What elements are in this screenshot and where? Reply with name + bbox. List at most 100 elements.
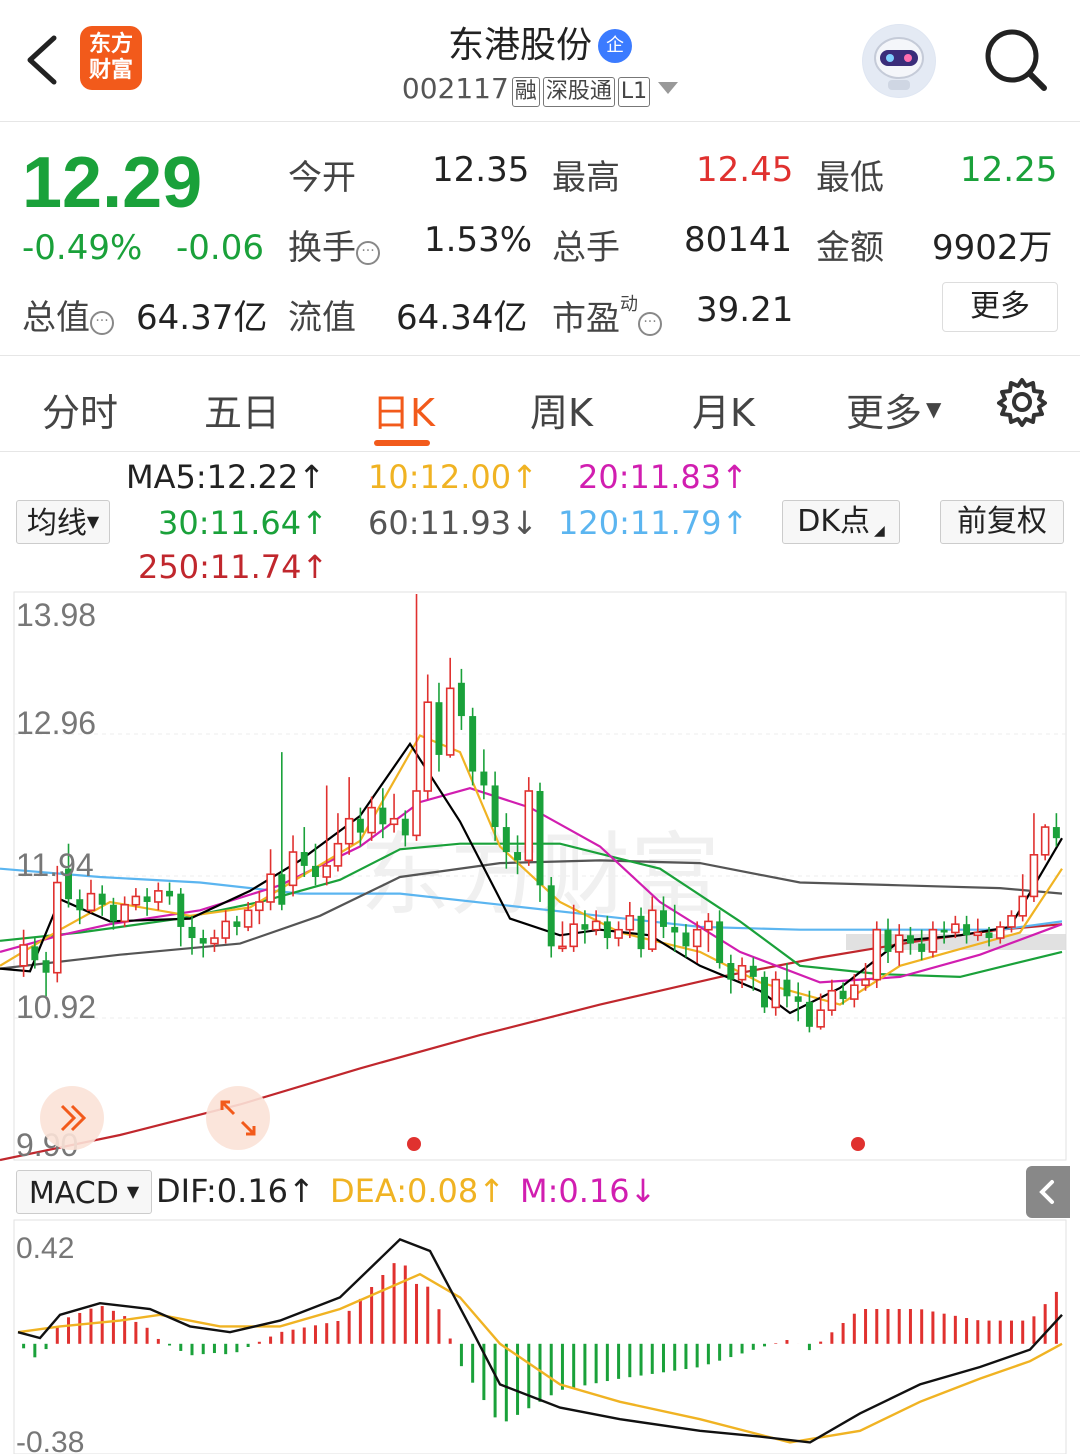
info-dots-icon[interactable]: ··· xyxy=(90,311,114,335)
info-dots-icon[interactable]: ··· xyxy=(356,241,380,265)
caret-down-icon[interactable] xyxy=(658,82,679,94)
candlestick xyxy=(278,752,286,911)
candlestick xyxy=(143,888,151,916)
candlestick xyxy=(333,813,343,872)
pe-label[interactable]: 市盈动··· xyxy=(552,290,662,340)
candlestick xyxy=(210,929,219,952)
last-price: 12.29 xyxy=(22,143,203,223)
more-button[interactable]: 更多 xyxy=(942,282,1058,332)
caret-down-icon: ▼ xyxy=(926,397,942,421)
turnover-label[interactable]: 换手 ··· xyxy=(288,220,380,269)
ma5-value: MA5:12.22↑ xyxy=(126,458,326,496)
candlestick xyxy=(266,849,275,911)
ma250-line xyxy=(0,923,1063,1162)
y-axis-label: 13.98 xyxy=(16,597,96,633)
level-tag: L1 xyxy=(617,77,651,107)
y-axis-label: 12.96 xyxy=(16,705,96,741)
dk-point-button[interactable]: DK点 ◢ xyxy=(782,500,900,544)
ma-selector-label: 均线 xyxy=(26,506,87,541)
dif-line xyxy=(17,1238,1063,1444)
candlestick xyxy=(177,888,185,947)
ma250-value: 250:11.74↑ xyxy=(138,548,329,586)
tab-more[interactable]: 更多 ▼ xyxy=(846,382,941,437)
candlestick xyxy=(166,882,174,905)
candlestick xyxy=(154,882,163,911)
candlestick xyxy=(547,877,555,958)
ma30-value: 30:11.64↑ xyxy=(158,504,328,542)
connect-tag: 深股通 xyxy=(542,77,615,107)
turnover-value: 1.53% xyxy=(424,220,533,260)
search-icon[interactable] xyxy=(980,24,1050,94)
stock-code: 002117 xyxy=(401,72,509,105)
candlestick xyxy=(53,865,62,983)
candlestick xyxy=(288,835,298,897)
expand-left-button[interactable] xyxy=(40,1086,104,1150)
candlestick xyxy=(423,674,433,800)
candlestick xyxy=(524,777,534,866)
candlestick xyxy=(199,929,207,958)
tab-intraday[interactable]: 分时 xyxy=(42,382,118,437)
quote-panel: 12.29 -0.49% -0.06 今开 12.35 最高 12.45 最低 … xyxy=(0,122,1080,356)
ma-selector[interactable]: 均线▼ xyxy=(16,500,110,544)
candlestick xyxy=(255,890,264,925)
fullscreen-button[interactable] xyxy=(206,1086,270,1150)
ma-legend: 均线▼ MA5:12.22↑ 10:12.00↑ 20:11.83↑ 30:11… xyxy=(0,452,1080,590)
candlestick xyxy=(300,827,308,877)
mktcap-value: 64.37亿 xyxy=(136,298,268,338)
low-label: 最低 xyxy=(816,158,884,198)
candlestick xyxy=(322,785,331,886)
tab-daily-k[interactable]: 日K xyxy=(372,382,435,437)
pe-value: 39.21 xyxy=(696,290,794,330)
candlestick xyxy=(1029,813,1039,902)
pe-label-text: 市盈 xyxy=(552,299,620,339)
price-adjust-button[interactable]: 前复权 xyxy=(940,500,1064,544)
stock-name: 东港股份 xyxy=(447,25,592,66)
low-value: 12.25 xyxy=(960,150,1058,190)
candlestick xyxy=(221,910,230,944)
gear-icon[interactable] xyxy=(996,376,1048,428)
candlestick xyxy=(794,982,802,1022)
macd-axis-top: 0.42 xyxy=(16,1232,74,1265)
candlestick xyxy=(1040,824,1050,861)
signal-dot xyxy=(407,1137,421,1151)
tab-weekly-k[interactable]: 周K xyxy=(530,382,593,437)
signal-dot xyxy=(851,1137,865,1151)
candlestick xyxy=(98,885,106,916)
candlestick xyxy=(906,926,914,955)
margin-tag: 融 xyxy=(511,77,540,107)
candlestick xyxy=(344,777,354,855)
candlestick xyxy=(412,594,421,841)
macd-panel-frame xyxy=(13,1219,1067,1454)
change-amount: -0.06 xyxy=(176,228,264,268)
ma60-value: 60:11.93↓ xyxy=(368,504,538,542)
ma120-value: 120:11.79↑ xyxy=(558,504,749,542)
header: 东方 财富 东港股份企 002117 融深股通 L1 xyxy=(0,0,1080,122)
float-label: 流值 xyxy=(288,298,356,338)
candlesticks xyxy=(19,594,1060,1033)
kline-chart[interactable]: 东方财富 13.98 12.96 11.94 10.92 9.90 0.42 -… xyxy=(0,590,1080,1454)
pe-superscript: 动 xyxy=(620,294,638,315)
mktcap-label[interactable]: 总值 ··· xyxy=(22,290,114,339)
robot-assistant-icon[interactable] xyxy=(862,24,936,98)
mktcap-label-text: 总值 xyxy=(22,298,90,338)
candlestick xyxy=(457,668,465,730)
period-tabs: 分时 五日 日K 周K 月K 更多 ▼ xyxy=(0,356,1080,452)
tab-monthly-k[interactable]: 月K xyxy=(692,382,755,437)
turnover-label-text: 换手 xyxy=(288,228,356,268)
info-dots-icon[interactable]: ··· xyxy=(638,312,662,336)
macd-chart xyxy=(17,1238,1063,1444)
open-label: 今开 xyxy=(288,158,356,198)
amount-value: 9902万 xyxy=(932,228,1053,268)
open-value: 12.35 xyxy=(432,150,530,190)
candlestick xyxy=(884,918,892,964)
tab-five-day[interactable]: 五日 xyxy=(204,382,280,437)
change-percent: -0.49% xyxy=(22,228,143,268)
float-value: 64.34亿 xyxy=(396,298,528,338)
y-axis-label: 11.94 xyxy=(16,847,94,883)
candlestick xyxy=(536,782,544,902)
corner-caret-icon: ◢ xyxy=(874,523,885,539)
candlestick xyxy=(872,921,882,988)
dk-point-label: DK点 xyxy=(797,504,870,539)
candlestick xyxy=(1018,874,1027,922)
high-value: 12.45 xyxy=(696,150,794,190)
